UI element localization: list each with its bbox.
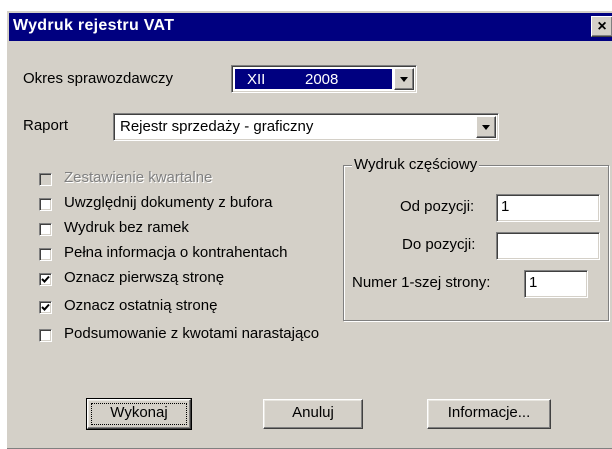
group-legend: Wydruk częściowy <box>352 156 480 173</box>
period-year: 2008 <box>305 71 339 88</box>
report-combo[interactable]: Rejestr sprzedaży - graficzny <box>113 113 499 141</box>
checkbox-mark-last-page[interactable] <box>39 301 52 314</box>
close-button[interactable]: × <box>591 16 612 37</box>
title-bar[interactable]: Wydruk rejestru VAT × <box>9 13 612 41</box>
cancel-button-label: Anuluj <box>292 404 334 421</box>
focus-rect <box>91 403 187 425</box>
to-position-input[interactable] <box>496 232 600 260</box>
checkbox-no-frames[interactable] <box>39 223 52 236</box>
report-label: Raport <box>23 117 69 134</box>
to-position-label: Do pozycji: <box>402 236 476 253</box>
info-button-label: Informacje... <box>447 404 531 421</box>
option-label: Zestawienie kwartalne <box>64 169 213 186</box>
option-label: Uwzględnij dokumenty z bufora <box>64 194 273 211</box>
info-button[interactable]: Informacje... <box>427 399 551 429</box>
execute-button[interactable]: Wykonaj <box>86 398 192 430</box>
cancel-button[interactable]: Anuluj <box>263 399 363 429</box>
report-value: Rejestr sprzedaży - graficzny <box>120 118 314 135</box>
checkbox-buffer-documents[interactable] <box>39 198 52 211</box>
from-position-label: Od pozycji: <box>400 198 475 215</box>
vat-print-dialog: Wydruk rejestru VAT × Okres sprawozdawcz… <box>6 10 612 449</box>
option-label: Oznacz ostatnią stronę <box>64 297 218 314</box>
first-page-number-label: Numer 1-szej strony: <box>352 274 491 291</box>
checkmark-icon <box>41 275 50 283</box>
checkbox-quarterly[interactable] <box>39 173 52 186</box>
checkbox-full-contractor-info[interactable] <box>39 248 52 261</box>
partial-print-group: Wydruk częściowy Od pozycji: 1 Do pozycj… <box>343 156 609 321</box>
option-label: Oznacz pierwszą stronę <box>64 269 225 286</box>
option-label: Podsumowanie z kwotami narastająco <box>64 325 320 342</box>
from-position-value: 1 <box>501 198 510 215</box>
report-dropdown-button[interactable] <box>476 116 496 138</box>
from-position-input[interactable]: 1 <box>496 194 600 222</box>
period-month: XII <box>247 71 266 88</box>
checkbox-cumulative-summary[interactable] <box>39 329 52 342</box>
first-page-number-input[interactable]: 1 <box>524 270 588 298</box>
first-page-number-value: 1 <box>529 274 538 291</box>
period-selection: XII 2008 <box>235 69 392 89</box>
option-label: Pełna informacja o kontrahentach <box>64 244 288 261</box>
checkbox-mark-first-page[interactable] <box>39 273 52 286</box>
checkmark-icon <box>41 303 50 311</box>
close-icon: × <box>597 18 607 35</box>
window-title: Wydruk rejestru VAT <box>13 17 175 34</box>
period-label: Okres sprawozdawczy <box>23 70 174 87</box>
period-dropdown-button[interactable] <box>394 68 414 90</box>
period-combo[interactable]: XII 2008 <box>231 65 417 93</box>
option-label: Wydruk bez ramek <box>64 219 189 236</box>
